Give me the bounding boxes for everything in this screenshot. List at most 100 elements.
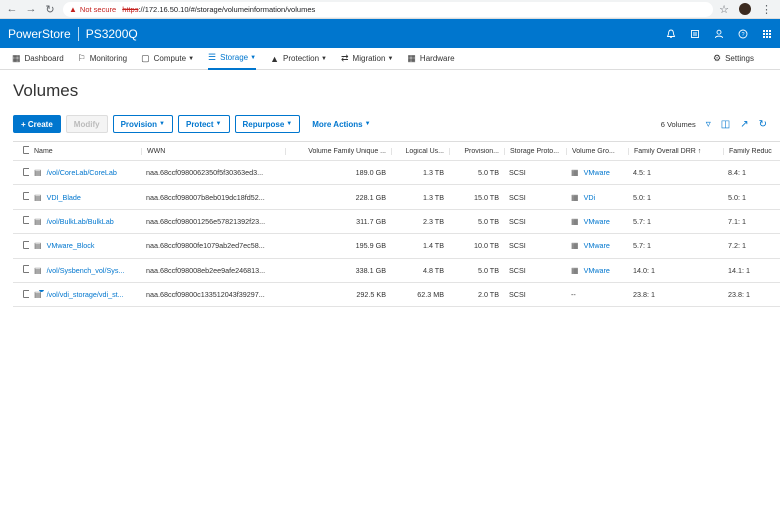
sort-ascending-icon: ↑	[697, 147, 702, 155]
volume-group-link: --	[571, 290, 576, 300]
table-row[interactable]: ▤ /vol/BulkLab/BulkLab naa.68ccf098001256e…	[13, 210, 780, 235]
table-row[interactable]: ▤ /vol/Sysbench_vol/Sys... naa.68ccf098008…	[13, 259, 780, 283]
protect-button[interactable]: Protect ▼	[177, 115, 230, 133]
select-all-checkbox[interactable]	[13, 146, 29, 156]
nav-label: Dashboard	[24, 54, 64, 63]
volume-name-cell: ▤ /vol/Sysbench_vol/Sys...	[29, 266, 141, 275]
volume-name-cell: ▤/vol/vdi_storage/vdi_st...	[29, 290, 141, 299]
header-divider	[77, 26, 79, 41]
actions-toolbar: + Create Modify Provision ▼ Protect ▼ Re…	[0, 114, 780, 134]
nav-monitoring[interactable]: ⚐ Monitoring	[78, 48, 127, 70]
row-checkbox[interactable]	[13, 240, 29, 251]
caret-down-icon: ▼	[321, 55, 327, 62]
caret-down-icon: ▼	[215, 121, 222, 127]
col-header-volume-group[interactable]: Volume Gro...	[566, 147, 628, 155]
wwn-cell: naa.68ccf098001256e57821392f23...	[146, 216, 266, 226]
col-header-name[interactable]: Name	[29, 148, 141, 155]
caret-down-icon: ▼	[188, 55, 195, 62]
star-icon[interactable]: ☆	[719, 3, 729, 16]
wwn-cell: naa.68ccf098007b8eb019dc18fd52...	[146, 192, 265, 202]
table-row[interactable]: ▤ VDI_Blade naa.68ccf098007b8eb019dc18fd52…	[13, 185, 780, 210]
refresh-icon[interactable]: ↻	[759, 119, 767, 130]
back-icon[interactable]: ←	[4, 1, 20, 17]
kebab-menu-icon[interactable]: ⋮	[761, 3, 772, 16]
volume-group-link[interactable]: VMware	[584, 241, 610, 250]
table-row[interactable]: ▤ VMware_Block naa.68ccf09800fe1079ab2ed7e…	[13, 234, 780, 259]
more-actions-button[interactable]: More Actions ▼	[305, 115, 378, 133]
not-secure-label: Not secure	[79, 4, 117, 14]
volume-group-cell: --	[566, 290, 628, 299]
provision-button[interactable]: Provision ▼	[112, 115, 173, 133]
modify-button[interactable]: Modify	[65, 115, 108, 133]
columns-icon[interactable]: ◫	[721, 119, 730, 130]
settings-label: Settings	[725, 54, 754, 63]
volume-name-link[interactable]: /vol/Sysbench_vol/Sys...	[47, 266, 125, 275]
nav-settings[interactable]: ⚙ Settings	[713, 48, 754, 70]
nav-storage[interactable]: ☰ Storage ▼	[208, 48, 257, 70]
nav-protection[interactable]: ▲ Protection ▼	[270, 48, 327, 70]
table-row[interactable]: ▤ /vol/CoreLab/CoreLab naa.68ccf0980062350…	[13, 161, 780, 186]
family-drr-cell: 14.0: 1	[633, 265, 655, 275]
nav-compute[interactable]: ▢ Compute ▼	[141, 48, 194, 70]
family-reduction-cell: 7.1: 1	[728, 216, 746, 226]
wwn-cell: naa.68ccf09800fe1079ab2ed7ec58...	[146, 241, 265, 251]
col-header-logical-used[interactable]: Logical Us...	[391, 147, 449, 155]
col-header-protocol[interactable]: Storage Proto...	[504, 147, 566, 155]
table-row[interactable]: ▤/vol/vdi_storage/vdi_st... naa.68ccf0980…	[13, 283, 780, 308]
family-reduction-cell: 14.1: 1	[728, 265, 750, 275]
volume-group-link[interactable]: VMware	[584, 217, 610, 226]
user-icon[interactable]	[714, 29, 724, 39]
logical-used-cell: 1.4 TB	[422, 241, 444, 251]
create-button[interactable]: + Create	[13, 115, 61, 133]
provisioned-cell: 2.0 TB	[477, 290, 499, 300]
row-checkbox[interactable]	[13, 216, 29, 226]
col-header-provisioned[interactable]: Provision...	[449, 147, 504, 155]
row-checkbox[interactable]	[13, 192, 29, 202]
volume-name-link[interactable]: /vol/BulkLab/BulkLab	[47, 217, 114, 226]
family-reduction-cell: 7.2: 1	[728, 241, 746, 251]
filter-icon[interactable]: ▿	[706, 119, 711, 130]
volume-group-link[interactable]: VMware	[584, 266, 610, 275]
forward-icon[interactable]: →	[23, 1, 39, 17]
brand-name: PowerStore	[8, 26, 71, 41]
row-checkbox[interactable]	[13, 265, 29, 275]
provisioned-cell: 5.0 TB	[477, 265, 499, 275]
col-header-label: Family Overall DRR	[634, 147, 696, 155]
address-bar[interactable]: ▲ Not secure https ://172.16.50.10/#/sto…	[63, 1, 713, 17]
nav-migration[interactable]: ⇄ Migration ▼	[341, 48, 393, 70]
volume-name-link[interactable]: /vol/vdi_storage/vdi_st...	[47, 290, 124, 299]
reload-icon[interactable]: ↻	[42, 1, 58, 17]
col-header-family-unique[interactable]: Volume Family Unique ...	[285, 147, 391, 155]
family-unique-cell: 195.9 GB	[355, 241, 386, 251]
volume-group-link[interactable]: VMware	[584, 168, 610, 177]
provisioned-cell: 5.0 TB	[477, 216, 499, 226]
col-header-wwn[interactable]: WWN	[141, 147, 285, 155]
nav-dashboard[interactable]: ▦ Dashboard	[12, 48, 64, 70]
volume-name-link[interactable]: VMware_Block	[47, 241, 95, 250]
family-unique-cell: 228.1 GB	[355, 192, 386, 202]
volume-group-icon: ▦	[571, 192, 579, 202]
volume-name-link[interactable]: VDI_Blade	[47, 193, 81, 202]
family-reduction-cell: 5.0: 1	[728, 192, 746, 202]
volume-name-link[interactable]: /vol/CoreLab/CoreLab	[47, 168, 117, 177]
col-header-family-drr[interactable]: Family Overall DRR ↑	[628, 147, 723, 155]
row-checkbox[interactable]	[13, 167, 29, 178]
url-path: ://172.16.50.10/#/storage/volumeinformat…	[138, 4, 316, 14]
volume-count: 6 Volumes	[660, 119, 696, 129]
nav-hardware[interactable]: ▦ Hardware	[407, 48, 454, 70]
protocol-cell: SCSI	[509, 241, 526, 251]
family-reduction-cell: 8.4: 1	[728, 168, 746, 178]
protocol-cell: SCSI	[509, 192, 526, 202]
volume-group-link[interactable]: VDi	[584, 193, 596, 202]
bell-icon[interactable]	[666, 29, 676, 39]
export-icon[interactable]: ↗	[740, 119, 748, 130]
profile-avatar[interactable]	[739, 3, 751, 15]
jobs-icon[interactable]	[690, 29, 700, 39]
col-header-family-reduction[interactable]: Family Reduc	[723, 147, 780, 155]
help-icon[interactable]: ?	[738, 29, 748, 39]
caret-down-icon: ▼	[387, 55, 394, 62]
row-checkbox[interactable]	[13, 289, 29, 300]
apps-grid-icon[interactable]	[762, 29, 772, 39]
repurpose-button[interactable]: Repurpose ▼	[234, 115, 301, 133]
family-unique-cell: 338.1 GB	[355, 265, 386, 275]
